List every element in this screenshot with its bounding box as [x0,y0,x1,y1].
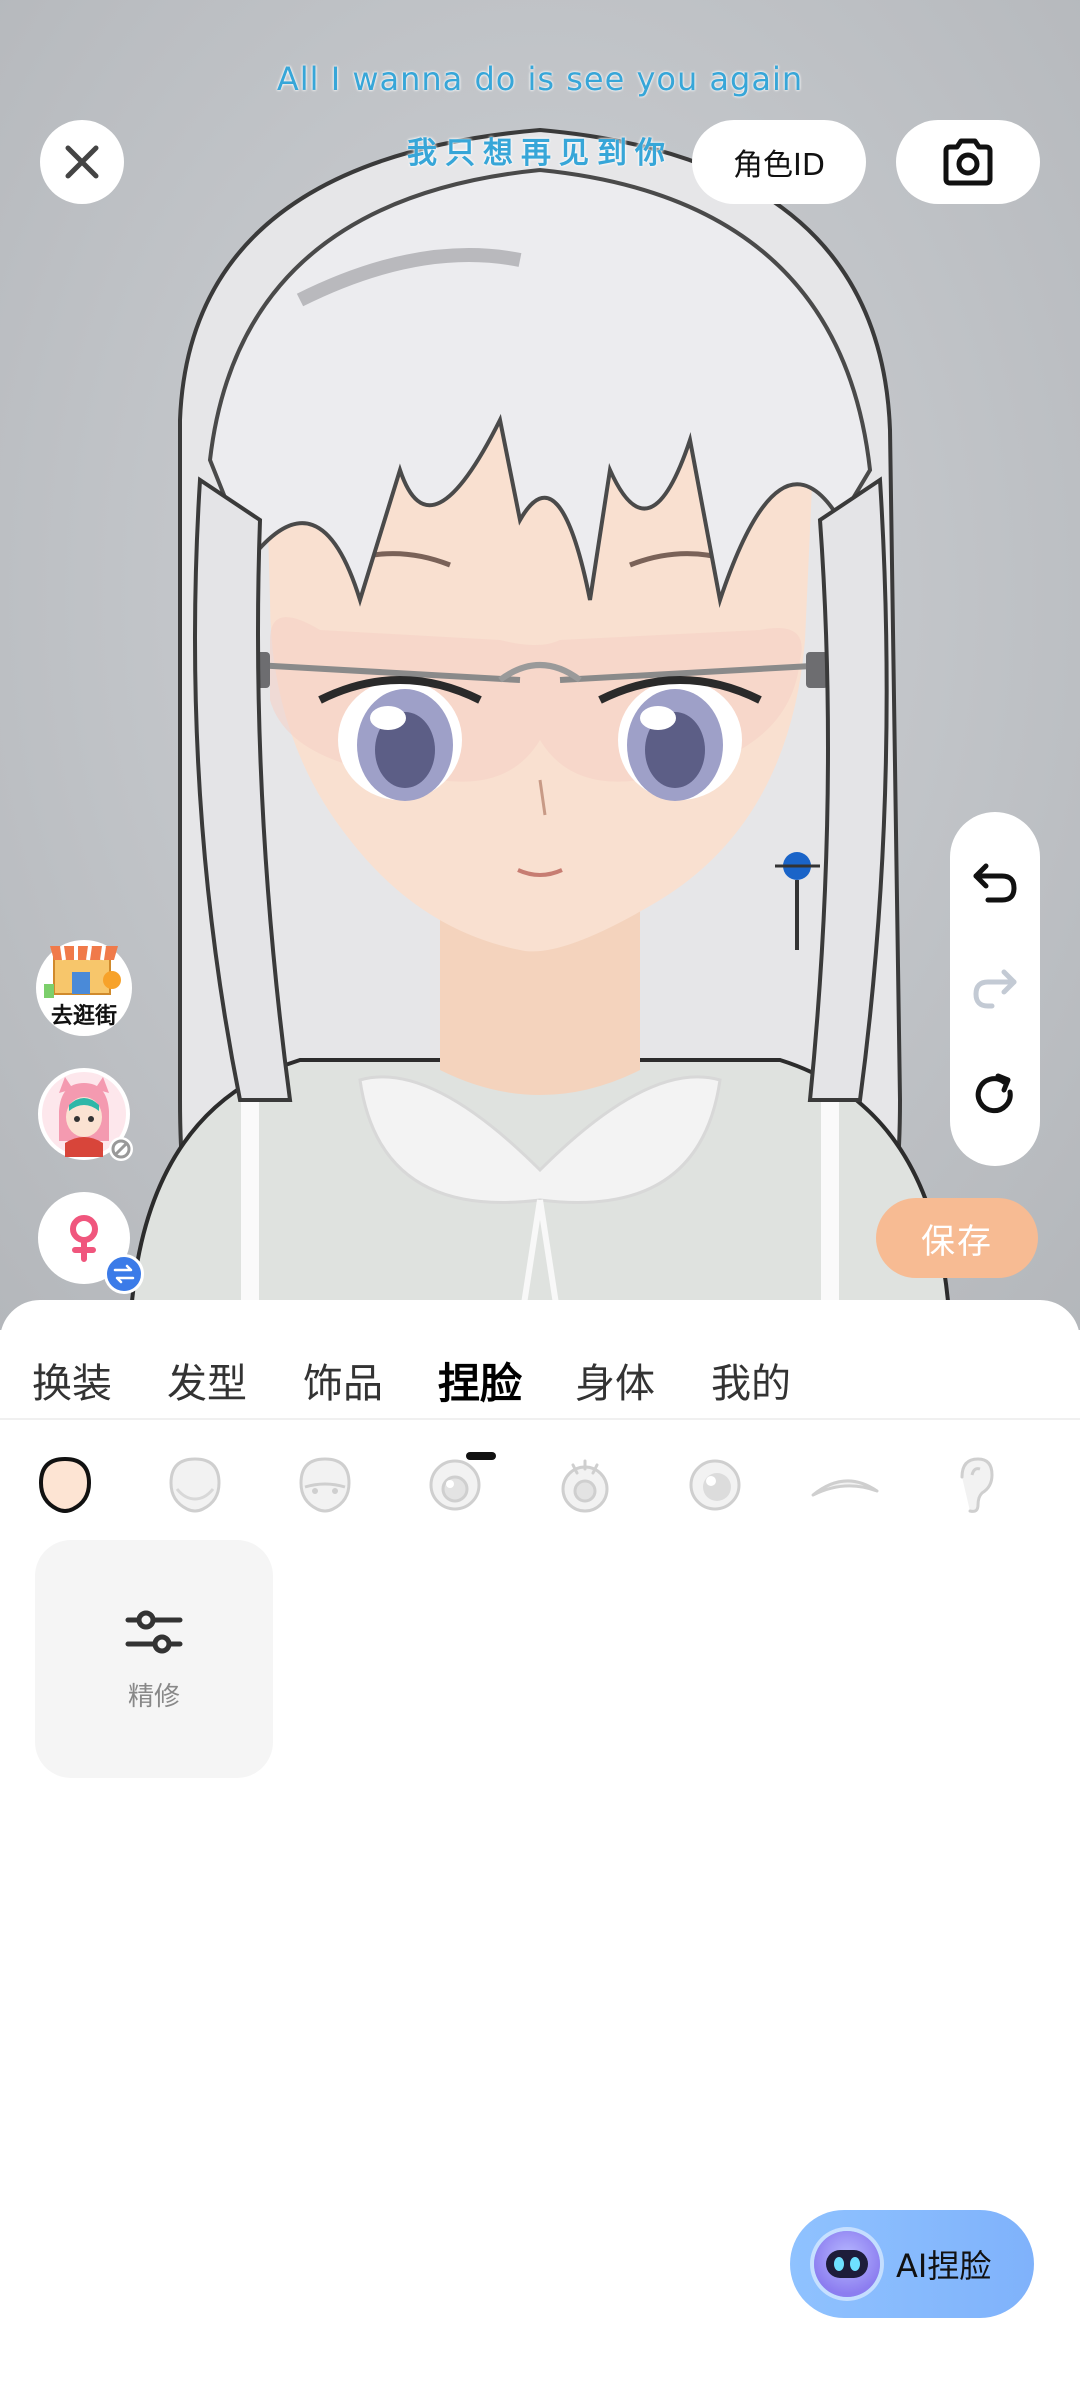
subcat-pupils[interactable] [670,1440,760,1530]
camera-button[interactable] [896,120,1040,204]
robot-avatar-icon [814,2231,880,2297]
sliders-icon [125,1610,183,1653]
reset-button[interactable] [965,1065,1025,1125]
redo-icon [973,969,1017,1009]
go-shopping-label: 去逛街 [50,1004,117,1029]
avatar-preview[interactable]: All I wanna do is see you again 我只想再见到你 … [0,0,1080,1330]
swap-badge [104,1254,144,1294]
subcat-face-features[interactable] [280,1440,370,1530]
tab-body[interactable]: 身体 [575,1340,655,1420]
save-button[interactable]: 保存 [876,1198,1038,1278]
storefront-icon [44,945,121,998]
tab-mine[interactable]: 我的 [711,1340,791,1420]
subcat-eyelashes[interactable] [540,1440,630,1530]
pupil-icon [689,1459,741,1511]
history-controls [950,812,1040,1166]
ear-icon [960,1457,994,1513]
reset-icon [975,1073,1013,1114]
close-icon [65,145,99,179]
subcat-face-contour[interactable] [150,1440,240,1530]
eyebrow-icon [811,1479,879,1497]
subcat-eyes[interactable] [410,1440,500,1530]
ai-face-button[interactable]: AI捏脸 [790,2210,1034,2318]
gender-switch-button[interactable] [38,1192,144,1294]
eye-icon [429,1459,481,1511]
role-id-button[interactable]: 角色ID [692,120,866,204]
tab-face[interactable]: 捏脸 [438,1340,522,1420]
tab-hairstyle[interactable]: 发型 [167,1340,247,1420]
subcat-eyebrows[interactable] [800,1440,890,1530]
role-id-label: 角色ID [733,148,825,183]
tab-accessories[interactable]: 饰品 [303,1340,383,1420]
tab-outfit[interactable]: 换装 [32,1340,112,1420]
character-select-button[interactable] [38,1068,133,1161]
hidden-badge-icon [109,1137,133,1161]
swap-icon [113,1264,135,1284]
face-contour-icon [169,1457,221,1513]
ai-face-label: AI捏脸 [896,2247,992,2285]
avatar-figure [127,127,953,1330]
fine-tune-label: 精修 [127,1681,180,1712]
lyric-english: All I wanna do is see you again [276,60,804,98]
eyelash-icon [561,1459,609,1513]
camera-icon [943,138,993,186]
subcat-ears[interactable] [930,1440,1020,1530]
category-tabs: 换装 发型 饰品 捏脸 身体 我的 [0,1340,1080,1460]
subcat-face-shape[interactable] [20,1440,110,1530]
undo-icon [973,863,1017,903]
female-symbol-icon [70,1215,98,1262]
divider [0,1418,1080,1420]
fine-tune-card[interactable]: 精修 [35,1540,273,1778]
redo-button[interactable] [965,959,1025,1019]
undo-button[interactable] [965,853,1025,913]
close-button[interactable] [40,120,124,204]
face-features-icon [299,1457,351,1513]
face-shape-icon [38,1456,92,1513]
face-subcategory-bar [0,1440,1080,1540]
go-shopping-button[interactable]: 去逛街 [36,940,132,1036]
